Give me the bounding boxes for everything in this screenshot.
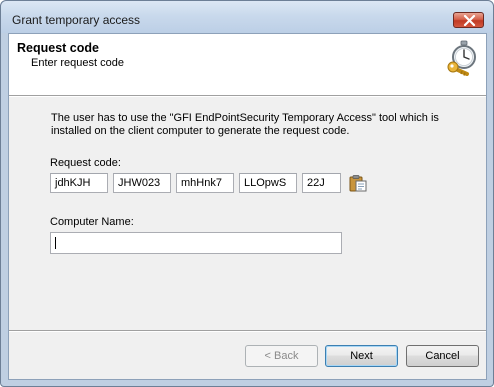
footer-divider [9,330,486,332]
window-title: Grant temporary access [12,13,141,27]
stopwatch-key-icon [447,40,476,76]
instructions-text: The user has to use the "GFI EndPointSec… [51,112,439,137]
next-button[interactable]: Next [325,345,398,367]
page-title: Request code [17,41,99,55]
request-code-field-1[interactable]: jdhKJH [50,173,108,193]
close-button[interactable] [453,12,484,28]
computer-name-input[interactable] [50,232,342,254]
grant-temporary-access-window: Grant temporary access Request code Ente… [0,0,494,387]
title-bar[interactable]: Grant temporary access [1,1,493,33]
request-code-field-4[interactable]: LLOpwS [239,173,297,193]
request-code-label: Request code: [50,157,121,169]
close-icon [463,15,476,26]
request-code-field-5[interactable]: 22J [302,173,341,193]
cancel-button[interactable]: Cancel [406,345,479,367]
computer-name-label: Computer Name: [50,216,134,228]
back-button[interactable]: < Back [245,345,318,367]
page-subtitle: Enter request code [31,57,124,69]
wizard-header: Request code Enter request code [9,34,486,97]
paste-clipboard-icon[interactable] [349,175,367,192]
dialog-body: Request code Enter request code The user… [8,33,487,380]
request-code-field-3[interactable]: mhHnk7 [176,173,234,193]
request-code-field-2[interactable]: JHW023 [113,173,171,193]
